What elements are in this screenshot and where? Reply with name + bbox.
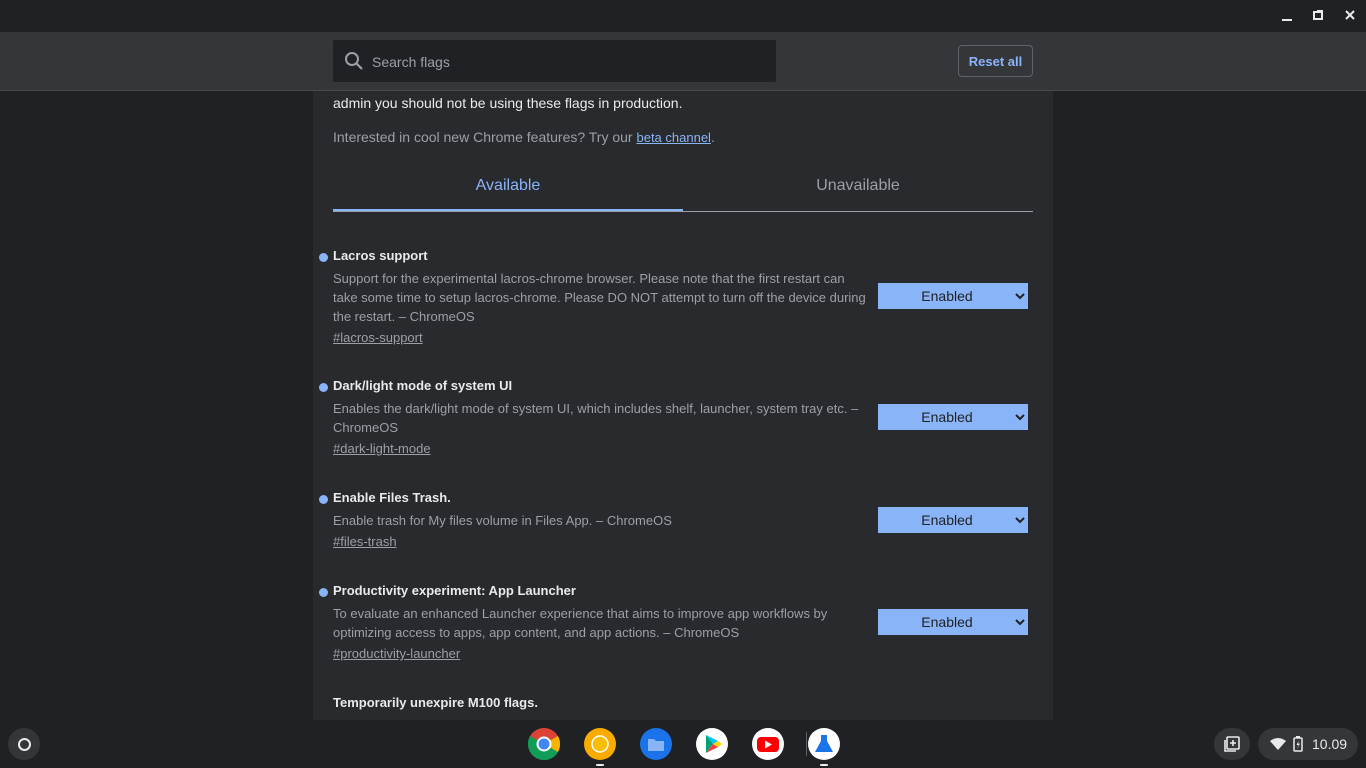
flag-description-block: Enables the dark/light mode of system UI… <box>333 399 868 458</box>
flag-name: Dark/light mode of system UI <box>333 378 513 393</box>
tab-unavailable[interactable]: Unavailable <box>683 167 1033 210</box>
clock: 10.09 <box>1312 736 1348 752</box>
running-indicator <box>596 764 604 766</box>
flag-state-select[interactable]: Enabled <box>878 609 1028 635</box>
reset-all-button[interactable]: Reset all <box>958 45 1033 77</box>
flag-modified-indicator <box>319 495 328 504</box>
maximize-icon[interactable] <box>1307 6 1329 26</box>
flag-link[interactable]: #dark-light-mode <box>333 441 431 456</box>
launcher-button[interactable] <box>8 728 40 760</box>
flag-description: To evaluate an enhanced Launcher experie… <box>333 606 828 640</box>
intro-warning-text: admin you should not be using these flag… <box>333 95 683 111</box>
chrome-canary-icon[interactable] <box>583 727 617 761</box>
minimize-icon[interactable] <box>1276 6 1298 26</box>
flag-modified-indicator <box>319 253 328 262</box>
running-indicator <box>820 764 828 766</box>
flag-description: Support for the experimental lacros-chro… <box>333 271 866 324</box>
shelf <box>0 720 1366 768</box>
beta-prefix: Interested in cool new Chrome features? … <box>333 129 637 145</box>
search-icon <box>344 51 364 76</box>
flag-description-block: To evaluate an enhanced Launcher experie… <box>333 604 868 663</box>
tab-available[interactable]: Available <box>333 167 683 211</box>
flag-modified-indicator <box>319 588 328 597</box>
flag-description-block: Enable trash for My files volume in File… <box>333 511 868 551</box>
chrome-flags-icon[interactable] <box>807 727 841 761</box>
holding-space-icon <box>1224 736 1240 752</box>
flag-name: Temporarily unexpire M100 flags. <box>333 695 538 710</box>
flag-name: Productivity experiment: App Launcher <box>333 583 576 598</box>
status-area[interactable]: 10.09 <box>1258 728 1358 760</box>
beta-suffix: . <box>710 129 715 145</box>
close-icon[interactable] <box>1339 6 1361 26</box>
flag-link[interactable]: #files-trash <box>333 534 397 549</box>
flag-state-select[interactable]: Enabled <box>878 404 1028 430</box>
flags-content: admin you should not be using these flag… <box>313 91 1053 720</box>
flag-description: Enables the dark/light mode of system UI… <box>333 401 859 435</box>
files-icon[interactable] <box>639 727 673 761</box>
window-titlebar <box>0 0 1366 32</box>
flag-modified-indicator <box>319 383 328 392</box>
flags-header: Reset all <box>0 32 1366 91</box>
chrome-icon[interactable] <box>527 727 561 761</box>
youtube-icon[interactable] <box>751 727 785 761</box>
flag-link[interactable]: #lacros-support <box>333 330 423 345</box>
beta-channel-link[interactable]: beta channel <box>636 130 710 145</box>
flag-description: Enable trash for My files volume in File… <box>333 513 672 528</box>
flag-name: Lacros support <box>333 248 428 263</box>
beta-channel-text: Interested in cool new Chrome features? … <box>333 129 715 145</box>
play-store-icon[interactable] <box>695 727 729 761</box>
flag-state-select[interactable]: Enabled <box>878 507 1028 533</box>
search-input[interactable] <box>370 40 764 84</box>
flag-link[interactable]: #productivity-launcher <box>333 646 460 661</box>
battery-icon <box>1293 736 1303 752</box>
search-box[interactable] <box>333 40 776 84</box>
wifi-icon <box>1270 738 1286 750</box>
holding-space-button[interactable] <box>1214 728 1250 760</box>
flag-state-select[interactable]: Enabled <box>878 283 1028 309</box>
flag-description-block: Support for the experimental lacros-chro… <box>333 269 868 347</box>
flags-tabs: Available Unavailable <box>333 167 1033 212</box>
flag-name: Enable Files Trash. <box>333 490 451 505</box>
